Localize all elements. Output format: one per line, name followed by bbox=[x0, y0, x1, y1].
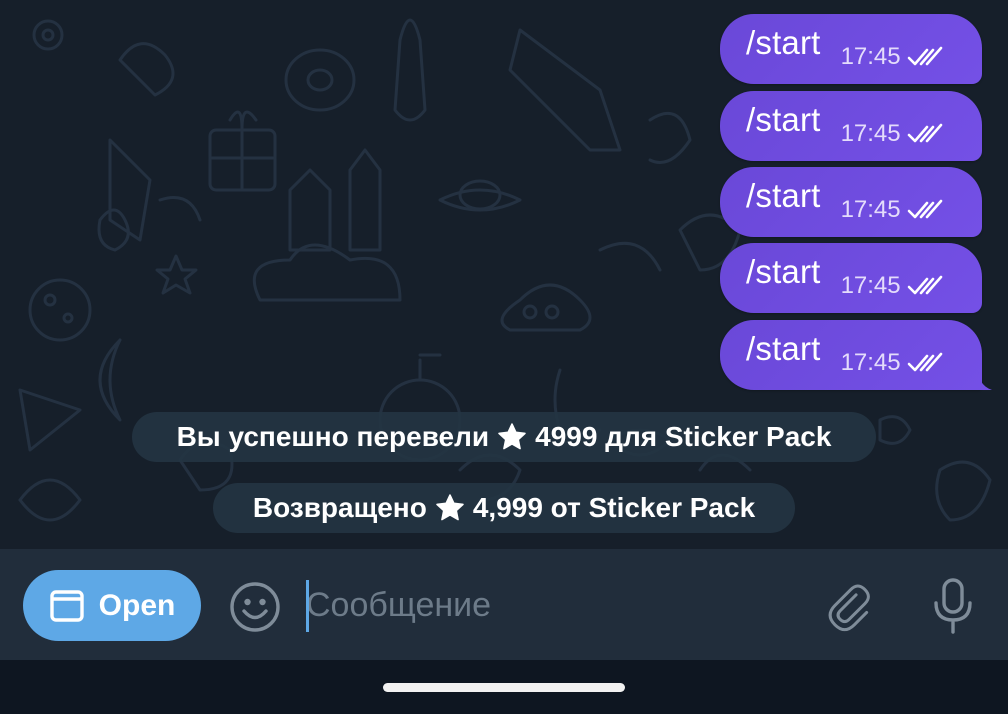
message-time: 17:45 bbox=[840, 120, 901, 147]
service-text-before: Вы успешно перевели bbox=[176, 421, 490, 452]
message-meta: 17:45 bbox=[841, 43, 945, 71]
message-text: /start bbox=[746, 177, 821, 214]
double-check-icon bbox=[907, 352, 942, 372]
open-web-app-button[interactable]: Open bbox=[23, 570, 201, 641]
double-check-icon bbox=[907, 199, 942, 219]
star-icon bbox=[498, 423, 526, 450]
service-message-transfer: Вы успешно перевели 4999 для Sticker Pac… bbox=[132, 412, 876, 462]
text-cursor bbox=[306, 580, 309, 632]
message-text: /start bbox=[746, 330, 821, 367]
message-meta: 17:45 bbox=[841, 120, 945, 148]
emoji-icon[interactable] bbox=[229, 581, 281, 633]
double-check-icon bbox=[907, 123, 942, 143]
message-time: 17:45 bbox=[840, 43, 901, 70]
message-text: /start bbox=[746, 253, 821, 290]
message-text: /start bbox=[746, 101, 821, 138]
web-app-icon bbox=[49, 589, 84, 622]
outgoing-message[interactable]: /start 17:45 bbox=[720, 14, 982, 84]
paperclip-icon[interactable] bbox=[820, 579, 874, 633]
message-composer: Open bbox=[0, 549, 1008, 660]
service-message-refund: Возвращено 4,999 от Sticker Pack bbox=[213, 483, 795, 533]
message-time: 17:45 bbox=[840, 196, 901, 223]
double-check-icon bbox=[907, 275, 942, 295]
service-text-after: 4999 для Sticker Pack bbox=[535, 421, 832, 452]
microphone-icon[interactable] bbox=[930, 577, 976, 635]
outgoing-message[interactable]: /start 17:45 bbox=[720, 91, 982, 161]
star-icon bbox=[436, 494, 464, 521]
message-meta: 17:45 bbox=[841, 349, 945, 377]
chat-area[interactable]: /start 17:45 /start 17:45 /start 17:45 /… bbox=[0, 0, 1008, 549]
message-input[interactable] bbox=[306, 579, 786, 631]
message-time: 17:45 bbox=[840, 349, 901, 376]
service-text-before: Возвращено bbox=[252, 492, 427, 523]
system-navigation-bar bbox=[0, 660, 1008, 714]
double-check-icon bbox=[907, 46, 942, 66]
outgoing-message[interactable]: /start 17:45 bbox=[720, 320, 992, 390]
message-meta: 17:45 bbox=[841, 272, 945, 300]
message-text: /start bbox=[746, 24, 821, 61]
message-meta: 17:45 bbox=[841, 196, 945, 224]
home-gesture-bar[interactable] bbox=[383, 683, 625, 692]
outgoing-message[interactable]: /start 17:45 bbox=[720, 243, 982, 313]
service-text-after: 4,999 от Sticker Pack bbox=[472, 492, 756, 523]
message-time: 17:45 bbox=[840, 272, 901, 299]
open-button-label: Open bbox=[98, 588, 176, 622]
outgoing-message[interactable]: /start 17:45 bbox=[720, 167, 982, 237]
bubble-tail bbox=[978, 372, 992, 390]
